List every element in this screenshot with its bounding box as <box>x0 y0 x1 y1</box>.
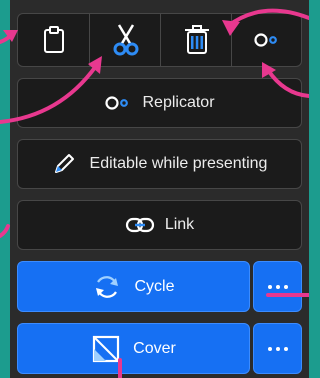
cover-more-button[interactable] <box>253 323 302 374</box>
annotation-arrow-copy <box>0 34 12 44</box>
cover-icon <box>93 335 120 362</box>
trash-icon <box>184 25 209 54</box>
more-dot <box>267 284 272 289</box>
cut-button[interactable] <box>89 14 161 66</box>
replicator-icon <box>105 96 129 110</box>
cycle-more-button[interactable] <box>253 261 302 312</box>
more-dot <box>275 346 280 351</box>
more-dot <box>283 346 288 351</box>
cycle-button[interactable]: Cycle <box>17 261 250 312</box>
replicator-button[interactable]: Replicator <box>17 78 302 128</box>
replicator-tool-button[interactable] <box>231 14 302 66</box>
replicator-icon <box>254 33 277 47</box>
copy-button[interactable] <box>18 14 89 66</box>
annotation-line-link <box>0 224 10 238</box>
link-button[interactable]: Link <box>17 200 302 250</box>
cycle-icon <box>96 275 119 298</box>
delete-button[interactable] <box>160 14 232 66</box>
more-dot <box>275 284 280 289</box>
editable-while-presenting-button[interactable]: Editable while presenting <box>17 139 302 189</box>
editable-label: Editable while presenting <box>89 155 268 172</box>
link-icon <box>125 217 154 233</box>
clipboard-icon <box>43 26 64 53</box>
link-label: Link <box>164 216 195 233</box>
replicator-label: Replicator <box>142 94 215 111</box>
cover-label: Cover <box>133 339 176 357</box>
more-dot <box>267 346 272 351</box>
cover-button[interactable]: Cover <box>17 323 250 374</box>
pencil-icon <box>54 154 74 173</box>
scissors-icon <box>113 24 138 56</box>
more-dot <box>283 284 288 289</box>
cycle-label: Cycle <box>134 277 175 295</box>
toolbar <box>17 13 302 67</box>
